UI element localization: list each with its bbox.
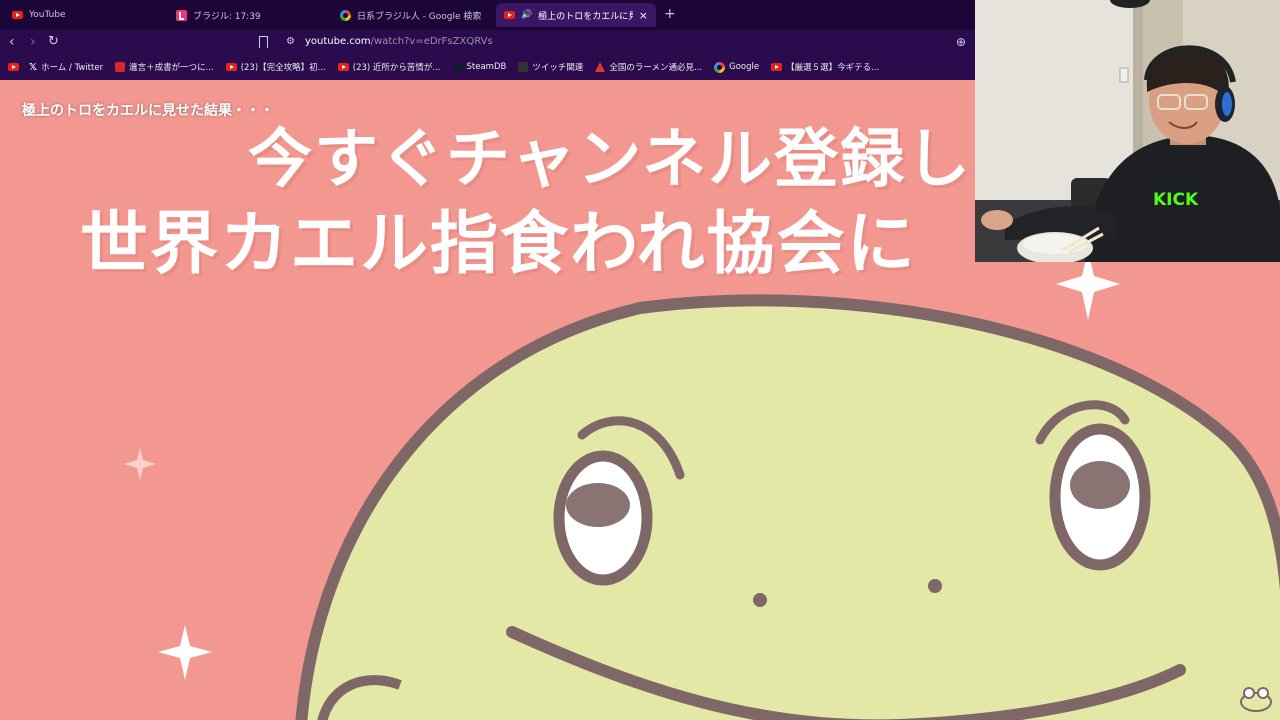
bookmark-video-3[interactable]: 【厳選５選】今ギテる... xyxy=(771,61,879,73)
youtube-icon xyxy=(771,63,783,71)
tab-title: 極上のトロをカエルに見せた結果 xyxy=(538,11,633,22)
bookmark-label: 遺言＋成書が一つに... xyxy=(129,63,214,73)
bookmark-ramen[interactable]: 全国のラーメン通必見... xyxy=(595,61,702,73)
tab-brazil-time[interactable]: ブラジル: 17:39 xyxy=(168,3,328,27)
bookmark-label: 【厳選５選】今ギテる... xyxy=(786,63,880,73)
speaker-icon[interactable]: 🔊 xyxy=(521,10,532,20)
webcam-overlay: KICK xyxy=(975,0,1280,262)
tab-title: ブラジル: 17:39 xyxy=(193,11,261,22)
tab-title: 日系ブラジル人 - Google 検索 xyxy=(357,11,482,22)
l-app-icon xyxy=(176,9,187,21)
google-icon xyxy=(340,9,351,21)
bookmarks-bar: 𝕏 ホーム / Twitter 遺言＋成書が一つに... (23)【完全攻略】初.… xyxy=(0,56,975,78)
tab-bar: YouTube ブラジル: 17:39 日系ブラジル人 - Google 検索 … xyxy=(0,0,975,30)
bookmark-label: ツイッチ関連 xyxy=(532,63,584,73)
address-bar: ‹ › ↻ ⚙ youtube.com/watch?v=eDrFsZXQRVs … xyxy=(0,30,975,54)
new-tab-button[interactable]: + xyxy=(664,6,676,22)
bookmark-label: Google xyxy=(729,62,760,72)
left-nostril xyxy=(753,593,767,607)
bookmark-video-1[interactable]: (23)【完全攻略】初... xyxy=(225,61,326,73)
subtitle-line-1: 今すぐチャンネル登録し xyxy=(248,123,973,197)
subtitle-line-2: 世界カエル指食われ協会に xyxy=(80,205,917,284)
steam-icon xyxy=(452,62,463,72)
red-square-icon xyxy=(115,62,126,72)
right-nostril xyxy=(928,579,942,593)
forward-icon[interactable]: › xyxy=(30,34,36,50)
bookmark-icon[interactable] xyxy=(259,36,268,48)
tab-video-active[interactable]: 🔊 極上のトロをカエルに見せた結果 × xyxy=(496,3,656,27)
url-path: /watch?v=eDrFsZXQRVs xyxy=(370,36,493,47)
youtube-icon xyxy=(8,63,19,71)
streamer-camera-feed: KICK xyxy=(975,0,1280,262)
tab-google-search[interactable]: 日系ブラジル人 - Google 検索 xyxy=(332,3,492,27)
back-icon[interactable]: ‹ xyxy=(9,34,15,50)
tab-title: YouTube xyxy=(29,10,66,20)
x-icon: 𝕏 xyxy=(29,61,38,73)
sparkle-small xyxy=(124,448,156,480)
zoom-icon[interactable]: ⊕ xyxy=(956,35,966,49)
youtube-icon xyxy=(504,11,515,19)
bookmark-label: 全国のラーメン通必見... xyxy=(609,63,703,73)
ramen-icon xyxy=(595,62,606,72)
bookmark-youtube[interactable] xyxy=(8,63,19,71)
bookmark-video-2[interactable]: (23) 近所から苦情が... xyxy=(337,61,441,73)
right-pupil xyxy=(1070,461,1130,509)
frog-watermark-icon xyxy=(1240,687,1272,712)
bookmark-will[interactable]: 遺言＋成書が一つに... xyxy=(115,61,214,73)
left-pupil xyxy=(566,483,630,527)
bookmark-google[interactable]: Google xyxy=(714,61,760,73)
bookmark-steamdb[interactable]: SteamDB xyxy=(452,62,507,72)
bookmark-label: (23)【完全攻略】初... xyxy=(240,63,326,73)
bookmark-label: ホーム / Twitter xyxy=(41,63,104,73)
shirt-logo: KICK xyxy=(1153,190,1199,210)
bookmark-twitch[interactable]: ツイッチ関連 xyxy=(518,61,583,73)
youtube-icon xyxy=(12,11,23,19)
youtube-icon xyxy=(337,63,349,71)
site-info-icon[interactable]: ⚙ xyxy=(286,36,295,47)
url-host: youtube.com xyxy=(305,36,371,47)
url-field[interactable]: youtube.com/watch?v=eDrFsZXQRVs xyxy=(305,36,493,47)
reload-icon[interactable]: ↻ xyxy=(48,34,59,50)
bookmark-label: SteamDB xyxy=(466,62,507,72)
close-tab-icon[interactable]: × xyxy=(639,9,648,22)
twitch-icon xyxy=(518,62,529,72)
youtube-icon xyxy=(225,63,237,71)
google-icon xyxy=(714,61,726,73)
browser-chrome: YouTube ブラジル: 17:39 日系ブラジル人 - Google 検索 … xyxy=(0,0,975,80)
bookmark-twitter[interactable]: 𝕏 ホーム / Twitter xyxy=(29,61,104,74)
video-title: 極上のトロをカエルに見せた結果・・・ xyxy=(22,103,274,119)
sparkle-bottom xyxy=(158,625,212,680)
bookmark-label: (23) 近所から苦情が... xyxy=(352,63,441,73)
tab-youtube[interactable]: YouTube xyxy=(4,3,164,27)
